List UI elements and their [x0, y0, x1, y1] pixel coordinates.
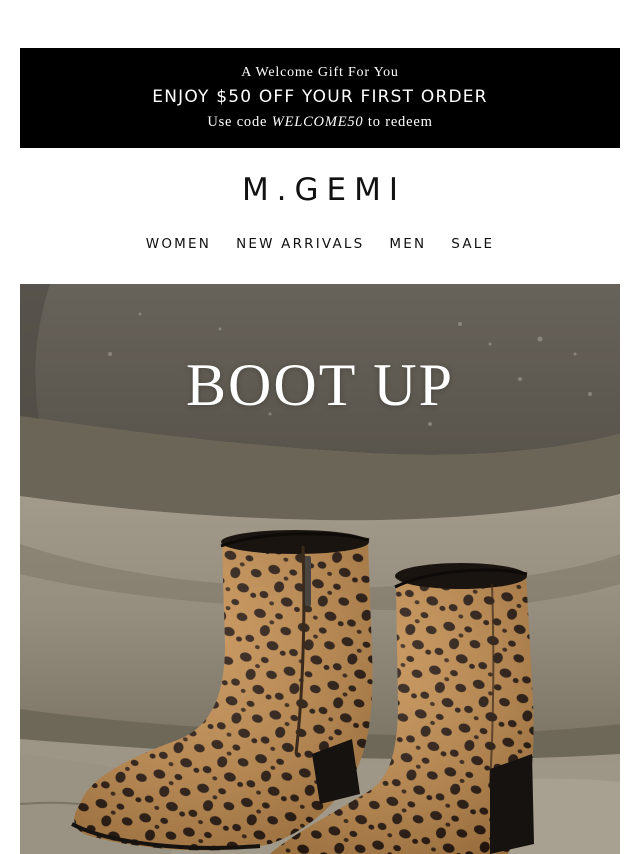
redeem-suffix: to redeem — [363, 114, 433, 130]
welcome-offer-banner[interactable]: A Welcome Gift For You ENJOY $50 OFF YOU… — [20, 48, 620, 148]
nav-item-sale[interactable]: SALE — [451, 234, 494, 254]
nav-item-women[interactable]: WOMEN — [146, 234, 211, 254]
nav-item-men[interactable]: MEN — [389, 234, 426, 254]
hero-banner[interactable]: BOOT UP — [20, 284, 620, 854]
promo-code: WELCOME50 — [271, 114, 364, 130]
main-nav: WOMEN NEW ARRIVALS MEN SALE — [0, 234, 640, 254]
offer-redeem-text: Use code WELCOME50 to redeem — [20, 112, 620, 132]
redeem-prefix: Use code — [207, 114, 272, 130]
nav-item-new-arrivals[interactable]: NEW ARRIVALS — [236, 234, 364, 254]
offer-eyebrow: A Welcome Gift For You — [241, 65, 399, 80]
brand-logo[interactable]: M.GEMI — [0, 170, 640, 210]
hero-title: BOOT UP — [186, 352, 454, 418]
offer-headline: ENJOY $50 OFF YOUR FIRST ORDER — [152, 87, 488, 107]
